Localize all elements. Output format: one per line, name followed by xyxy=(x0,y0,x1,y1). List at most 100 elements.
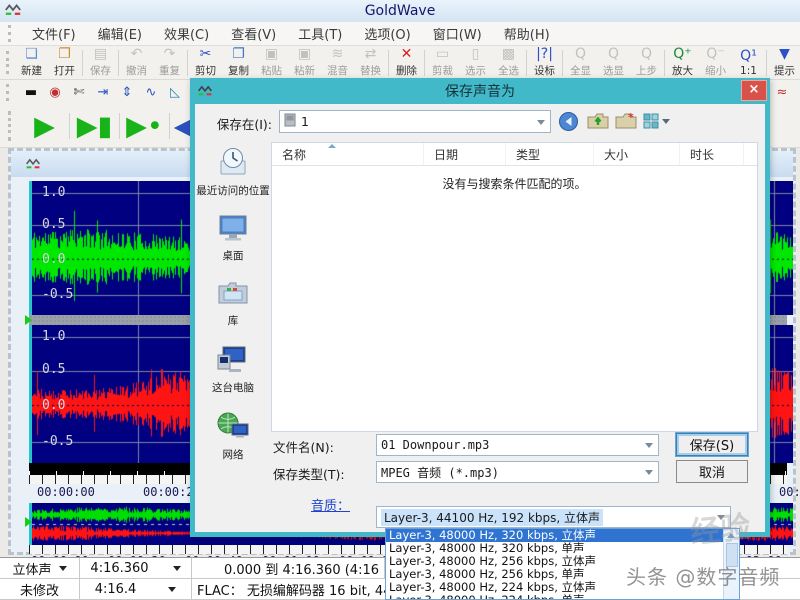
waveform-view-button[interactable]: ∿ xyxy=(139,82,163,103)
save-type-label: 保存类型(T): xyxy=(273,467,345,482)
save-in-combobox[interactable]: 1 xyxy=(279,110,551,133)
device-control-button[interactable]: ◉ xyxy=(43,82,67,103)
mix-button[interactable]: ≋ 混音 xyxy=(321,47,354,79)
column-header-2[interactable]: 类型 xyxy=(506,143,594,165)
quality-option-5[interactable]: Layer-3, 48000 Hz, 224 kbps, 单声 xyxy=(386,594,726,600)
save-button[interactable]: 保存(S) xyxy=(676,433,748,456)
file-list-header: 名称 日期 类型 大小 时长 xyxy=(272,143,757,166)
menu-bar: 文件(F) 编辑(E) 效果(C) 查看(V) 工具(T) 选项(O) 窗口(W) 帮助(H) xyxy=(0,22,800,46)
transport-grip xyxy=(8,111,15,141)
hint-icon: ▼ xyxy=(779,46,790,62)
dropdown-arrow-icon xyxy=(168,586,177,592)
play-selection-button[interactable]: ▶• xyxy=(121,108,168,145)
combo-arrow-icon xyxy=(645,443,653,448)
cancel-button[interactable]: 取消 xyxy=(676,460,748,483)
back-button[interactable] xyxy=(558,111,579,135)
menu-item-1[interactable]: 编辑(E) xyxy=(87,26,153,45)
place-item-desktop[interactable]: 桌面 xyxy=(195,213,271,263)
show-selection-button[interactable]: Q 选显 xyxy=(597,47,630,79)
column-header-3[interactable]: 大小 xyxy=(594,143,680,165)
cut-xy-button[interactable]: ✄ xyxy=(67,82,91,103)
place-item-recent-places[interactable]: 最近访问的位置 xyxy=(195,146,271,198)
quality-link[interactable]: 音质： xyxy=(311,495,350,514)
menu-item-3[interactable]: 查看(V) xyxy=(220,26,287,45)
redo-button[interactable]: ↷ 重复 xyxy=(153,47,186,79)
paste-button[interactable]: ▣ 粘贴 xyxy=(255,47,288,79)
mix-icon: ≋ xyxy=(331,46,344,62)
channel-mode-selector[interactable]: 立体声 xyxy=(0,558,80,578)
select-all-label: 全选 xyxy=(498,65,519,77)
zoom-in-label: 放大 xyxy=(672,65,693,77)
svg-text:*: * xyxy=(628,111,634,124)
menu-item-6[interactable]: 窗口(W) xyxy=(422,26,493,45)
dialog-titlebar[interactable]: 保存声音为 xyxy=(190,78,770,104)
place-item-libraries[interactable]: 库 xyxy=(195,278,271,328)
length-time-selector[interactable]: 4:16.4 xyxy=(80,579,192,599)
save-button[interactable]: ▤ 保存 xyxy=(84,47,117,79)
menu-item-0[interactable]: 文件(F) xyxy=(21,26,87,45)
amplitude-label: 1.0 xyxy=(42,185,66,201)
cut-button[interactable]: ✂ 剪切 xyxy=(189,47,222,79)
selection-range-status: 0.000 到 4:16.360 (4:16 xyxy=(192,558,385,578)
file-name-value: 01 Downpour.mp3 xyxy=(381,438,490,452)
recent-places-icon xyxy=(216,146,250,181)
file-list[interactable]: 名称 日期 类型 大小 时长 没有与搜索条件匹配的项。 xyxy=(271,142,758,432)
paste-new-button[interactable]: ▣ 粘新 xyxy=(288,47,321,79)
menu-item-2[interactable]: 效果(C) xyxy=(153,26,220,45)
new-folder-button[interactable]: * xyxy=(615,111,637,134)
column-header-0[interactable]: 名称 xyxy=(272,143,424,165)
wave-edge-button[interactable]: ≈ xyxy=(770,82,794,103)
view-menu-button[interactable] xyxy=(643,112,671,133)
open-button[interactable]: ❐ 打开 xyxy=(48,47,81,79)
position-time-selector[interactable]: 4:16.360 xyxy=(80,558,192,578)
save-type-combobox[interactable]: MPEG 音频 (*.mp3) xyxy=(376,461,659,483)
play-all-button[interactable]: ▶▮ xyxy=(71,108,118,145)
save-label: 保存 xyxy=(90,65,111,77)
menubar-grip xyxy=(8,25,15,42)
zoom-in-icon: Q⁺ xyxy=(673,46,692,62)
copy-button[interactable]: ❐ 复制 xyxy=(222,47,255,79)
zoom-1-1-button[interactable]: Q¹ 1:1 xyxy=(732,47,765,79)
modified-status: 未修改 xyxy=(0,579,80,599)
replace-icon: ⇄ xyxy=(364,46,377,62)
hint-button[interactable]: ▼ 提示 xyxy=(768,47,800,79)
place-item-network[interactable]: 网络 xyxy=(195,410,271,462)
goto-marker-button[interactable]: ⇥ xyxy=(91,82,115,103)
up-one-level-button[interactable] xyxy=(587,111,609,134)
delete-button[interactable]: ✕ 删除 xyxy=(390,47,423,79)
save-type-value: MPEG 音频 (*.mp3) xyxy=(381,465,499,480)
trim-button[interactable]: ▭ 剪裁 xyxy=(426,47,459,79)
undo-button[interactable]: ↶ 撤消 xyxy=(120,47,153,79)
select-all-button[interactable]: ▩ 全选 xyxy=(492,47,525,79)
angle-tool-button[interactable]: ◺ xyxy=(163,82,187,103)
libraries-label: 库 xyxy=(227,315,239,327)
zoom-in-button[interactable]: Q⁺ 放大 xyxy=(666,47,699,79)
menu-item-5[interactable]: 选项(O) xyxy=(353,26,421,45)
menu-item-4[interactable]: 工具(T) xyxy=(287,26,353,45)
zoom-out-button[interactable]: Q⁻ 缩小 xyxy=(699,47,732,79)
amplitude-label: 0.0 xyxy=(42,398,66,414)
paste-new-label: 粘新 xyxy=(294,65,315,77)
column-header-4[interactable]: 时长 xyxy=(680,143,744,165)
select-view-button[interactable]: ▯ 选示 xyxy=(459,47,492,79)
column-header-1[interactable]: 日期 xyxy=(424,143,506,165)
show-all-button[interactable]: Q 全显 xyxy=(564,47,597,79)
replace-button[interactable]: ⇄ 替换 xyxy=(354,47,387,79)
copy-label: 复制 xyxy=(228,65,249,77)
level-marker-button[interactable]: ▬ xyxy=(19,82,43,103)
expand-vertical-button[interactable]: ⇕ xyxy=(115,82,139,103)
file-name-combobox[interactable]: 01 Downpour.mp3 xyxy=(376,434,659,456)
set-marker-button[interactable]: |?| 设标 xyxy=(528,47,561,79)
amplitude-label: -0.5 xyxy=(42,434,74,450)
menu-item-7[interactable]: 帮助(H) xyxy=(493,26,561,45)
play-button[interactable]: ▶ xyxy=(21,108,68,145)
new-file-button[interactable]: ❏ 新建 xyxy=(15,47,48,79)
dialog-title: 保存声音为 xyxy=(445,84,515,100)
previous-button[interactable]: Q 上步 xyxy=(630,47,663,79)
dialog-close-button[interactable]: × xyxy=(741,80,767,101)
quality-combobox[interactable]: Layer-3, 44100 Hz, 192 kbps, 立体声 xyxy=(376,506,731,528)
toolbar-grip xyxy=(6,50,9,75)
watermark-text: 头条 @数字音频 xyxy=(626,565,781,589)
place-item-this-pc[interactable]: 这台电脑 xyxy=(195,343,271,395)
save-icon: ▤ xyxy=(93,46,108,62)
